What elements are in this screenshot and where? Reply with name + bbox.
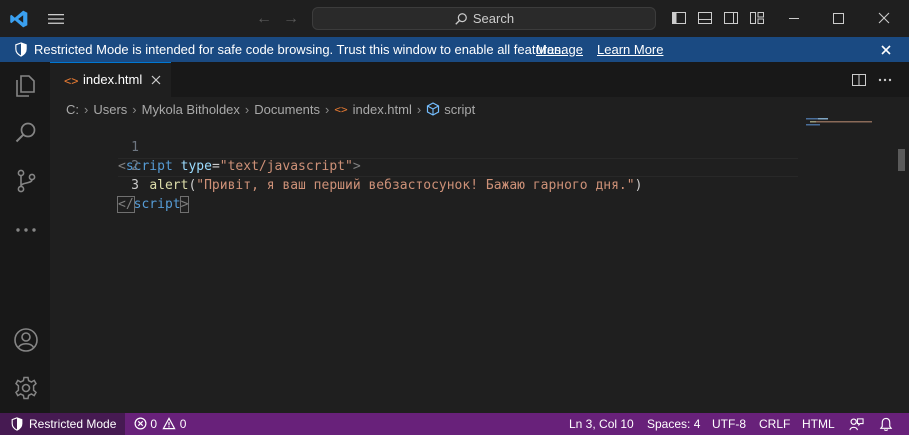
chevron-right-icon: ›	[325, 101, 330, 117]
breadcrumb-item[interactable]: Documents	[254, 102, 320, 117]
language-mode[interactable]: HTML	[802, 413, 835, 435]
line-content: alert("Привіт, я ваш перший вебзастосуно…	[149, 178, 643, 193]
back-arrow-icon[interactable]: ←	[254, 9, 274, 29]
command-center-search[interactable]: Search	[312, 7, 656, 30]
chevron-right-icon: ›	[84, 101, 89, 117]
code-line[interactable]: 3 </script>	[50, 157, 850, 213]
warning-count: 0	[179, 417, 187, 431]
restricted-mode-indicator[interactable]: Restricted Mode	[0, 413, 125, 435]
accounts-icon[interactable]	[13, 327, 39, 353]
toggle-panel-icon[interactable]	[697, 10, 713, 26]
title-bar: ← → Search	[0, 0, 909, 37]
tab-label: index.html	[83, 72, 143, 87]
status-bar: Restricted Mode 0 0 Ln 3, Col 10 Spaces:…	[0, 413, 909, 435]
learn-more-link[interactable]: Learn More	[597, 42, 663, 57]
chevron-right-icon: ›	[416, 101, 422, 117]
error-icon	[134, 417, 147, 430]
chevron-right-icon: ›	[244, 101, 250, 117]
chevron-right-icon: ›	[132, 101, 137, 117]
vertical-scrollbar[interactable]	[898, 149, 905, 171]
editor-area: <> index.html C: › Users › Mykola Bithol…	[50, 62, 909, 413]
vscode-logo-icon	[10, 10, 28, 28]
warning-icon	[162, 417, 176, 430]
breadcrumb-item[interactable]: Users	[93, 102, 127, 117]
line-number: 3	[131, 178, 139, 193]
shield-icon	[15, 42, 27, 57]
tab-index-html[interactable]: <> index.html	[50, 62, 171, 97]
manage-gear-icon[interactable]	[13, 375, 39, 401]
restricted-mode-label: Restricted Mode	[29, 417, 117, 431]
breadcrumb-item[interactable]: index.html	[353, 102, 412, 117]
encoding[interactable]: UTF-8	[712, 413, 746, 435]
split-editor-icon[interactable]	[851, 72, 867, 88]
close-banner-icon[interactable]	[878, 42, 894, 58]
activity-bar	[0, 62, 50, 413]
code-line[interactable]: 2 alert("Привіт, я ваш перший вебзастосу…	[50, 138, 850, 193]
minimize-icon[interactable]	[779, 6, 809, 30]
shield-icon	[11, 417, 23, 431]
search-view-icon[interactable]	[13, 120, 39, 146]
more-actions-icon[interactable]	[877, 72, 893, 88]
html-file-icon: <>	[64, 74, 79, 88]
breadcrumb-item[interactable]: C:	[66, 102, 79, 117]
editor-tabs: <> index.html	[50, 62, 909, 97]
code-line[interactable]: 1 <script type="text/javascript">	[50, 119, 850, 174]
line-content: </script>	[117, 196, 190, 213]
symbol-element-icon	[427, 102, 440, 116]
indentation[interactable]: Spaces: 4	[647, 413, 700, 435]
toggle-secondary-sidebar-icon[interactable]	[723, 10, 739, 26]
close-tab-icon[interactable]	[150, 74, 162, 86]
source-control-icon[interactable]	[13, 168, 39, 194]
search-icon	[455, 12, 467, 25]
error-count: 0	[150, 417, 158, 431]
end-of-line[interactable]: CRLF	[759, 413, 790, 435]
more-views-icon[interactable]	[13, 217, 39, 243]
toggle-primary-sidebar-icon[interactable]	[671, 10, 687, 26]
explorer-icon[interactable]	[13, 73, 39, 99]
problems-indicator[interactable]: 0 0	[134, 413, 186, 435]
breadcrumb-item[interactable]: Mykola Bitholdex	[142, 102, 240, 117]
banner-message: Restricted Mode is intended for safe cod…	[34, 42, 565, 57]
restricted-mode-banner: Restricted Mode is intended for safe cod…	[0, 37, 909, 62]
minimap[interactable]	[806, 117, 876, 127]
search-label: Search	[472, 11, 515, 26]
html-file-icon: <>	[334, 102, 348, 116]
forward-arrow-icon[interactable]: →	[281, 9, 301, 29]
cursor-position[interactable]: Ln 3, Col 10	[569, 413, 634, 435]
notifications-bell-icon[interactable]	[879, 417, 893, 432]
close-window-icon[interactable]	[869, 6, 899, 30]
breadcrumb-item[interactable]: script	[444, 102, 475, 117]
feedback-icon[interactable]	[849, 417, 864, 432]
breadcrumb: C: › Users › Mykola Bitholdex › Document…	[66, 100, 475, 118]
maximize-icon[interactable]	[823, 6, 853, 30]
customize-layout-icon[interactable]	[749, 10, 765, 26]
menu-icon[interactable]	[46, 11, 66, 27]
manage-link[interactable]: Manage	[536, 42, 583, 57]
